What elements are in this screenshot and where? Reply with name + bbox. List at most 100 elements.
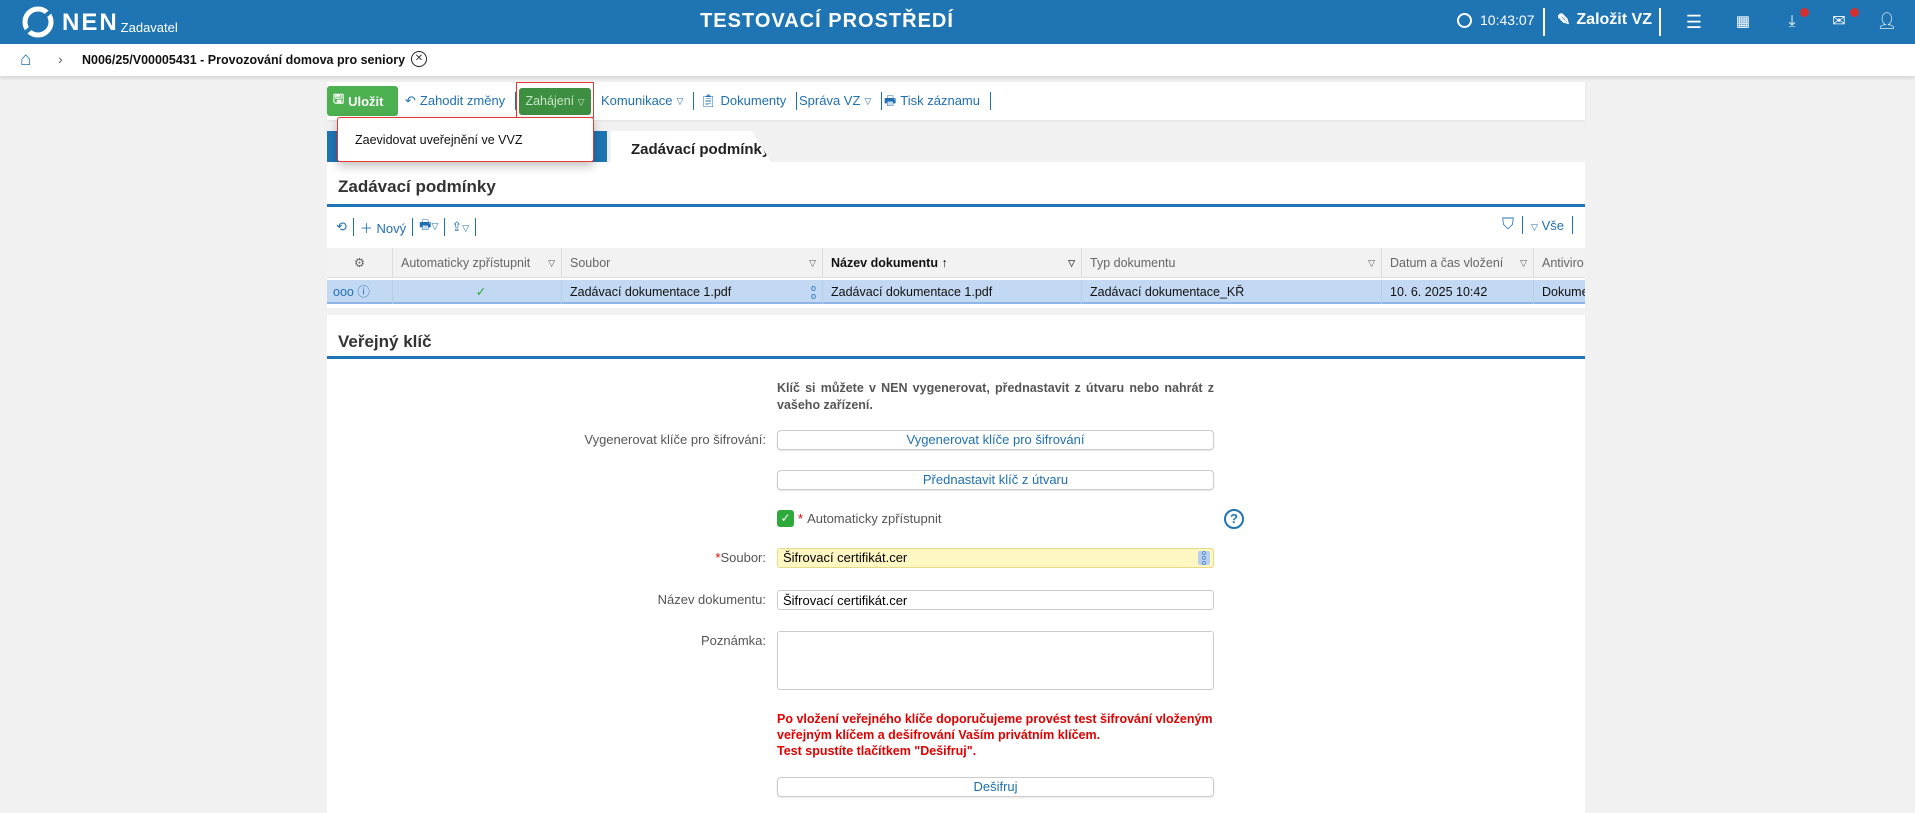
calendar-icon[interactable]: ▦ [1732, 11, 1754, 33]
breadcrumb: ⌂ › N006/25/V00005431 - Provozování domo… [0, 44, 1915, 76]
preset-key-button[interactable]: Přednastavit klíč z útvaru [777, 470, 1214, 490]
triangle-down-icon: ▽ [864, 96, 872, 106]
mail-icon[interactable]: ✉ [1828, 11, 1850, 33]
print-button[interactable]: 🖶︎ Tisk záznamu [884, 85, 991, 117]
column-header[interactable]: Název dokumentu ↑ ▽ [823, 248, 1082, 278]
column-header[interactable]: Automaticky zpřístupnit ▽ [393, 248, 562, 278]
chevron-right-icon: › [58, 51, 63, 67]
discard-label: Zahodit změny [419, 93, 506, 108]
filter-all-button[interactable]: ▽ Vše [1531, 218, 1564, 233]
column-header[interactable]: Soubor ▽ [562, 248, 823, 278]
more-icon[interactable]: ooo [333, 285, 354, 299]
start-label: Zahájení [525, 94, 575, 108]
printer-icon: 🖶︎ [884, 93, 897, 108]
help-icon[interactable]: ? [1224, 509, 1244, 529]
file-value[interactable]: Zadávací dokumentace 1.pdf [570, 285, 731, 299]
undo-icon: ↶ [405, 93, 416, 108]
antivirus-cell: Dokume [1542, 285, 1585, 299]
column-settings-icon[interactable]: ⚙ [327, 248, 393, 278]
create-vz-button[interactable]: ✎ Založit VZ [1557, 10, 1652, 30]
print-menu-icon[interactable]: 🖶︎▽ [419, 216, 438, 238]
communication-menu[interactable]: Komunikace ▽ [601, 85, 695, 117]
clock: 10:43:07 [1457, 12, 1535, 28]
date-cell: 10. 6. 2025 10:42 [1382, 280, 1534, 304]
app-header: NEN Zadavatel TESTOVACÍ PROSTŘEDÍ 10:43:… [0, 0, 1915, 44]
management-menu[interactable]: Správa VZ ▽ [799, 85, 883, 117]
warning-text: Po vložení veřejného klíče doporučujeme … [777, 711, 1213, 759]
column-label: Antiviro [1542, 256, 1584, 270]
column-label: Datum a čas vložení [1390, 256, 1504, 270]
file-value: Šifrovací certifikát.cer [783, 550, 908, 565]
menu-icon[interactable]: ☰ [1683, 11, 1705, 33]
warning-line: veřejným klíčem a dešifrování Vaším priv… [777, 728, 1101, 742]
tab-label: Zadávací podmínky [631, 141, 771, 158]
generate-keys-button[interactable]: Vygenerovat klíče pro šifrování [777, 430, 1214, 450]
key-info-text: Klíč si můžete v NEN vygenerovat, předna… [777, 381, 1214, 412]
logo-text: NEN [62, 9, 119, 36]
auto-publish-cell: ✓ [393, 280, 562, 304]
new-button[interactable]: ＋ Nový [360, 218, 406, 237]
file-field[interactable]: Šifrovací certifikát.cer o o o [777, 548, 1214, 568]
kebab-icon[interactable]: ooo [1198, 550, 1210, 567]
logo-icon [22, 6, 54, 38]
notification-dot [1800, 8, 1809, 17]
discard-button[interactable]: ↶ Zahodit změny [405, 85, 517, 117]
start-dropdown-button[interactable]: Zahájení ▽ [519, 88, 591, 115]
type-cell: Zadávací dokumentace_KŘ [1082, 280, 1382, 304]
save-label: Uložit [348, 93, 384, 109]
generate-label: Vygenerovat klíče pro šifrování: [584, 432, 766, 447]
clock-time: 10:43:07 [1480, 12, 1535, 28]
section-title: Zadávací podmínky [338, 177, 496, 196]
refresh-icon[interactable]: ⟲ [336, 219, 347, 235]
required-asterisk: * [798, 511, 804, 526]
table-row[interactable]: ooo ⓘ ✓ Zadávací dokumentace 1.pdf o o Zad… [327, 280, 1585, 304]
section-divider [327, 356, 1585, 359]
breadcrumb-title[interactable]: N006/25/V00005431 - Provozování domova p… [82, 53, 405, 67]
close-icon[interactable]: ✕ [411, 51, 427, 67]
info-icon[interactable]: ⓘ [357, 285, 370, 299]
communication-label: Komunikace [601, 93, 673, 108]
home-icon[interactable]: ⌂ [20, 49, 31, 71]
triangle-down-icon: ▽ [577, 97, 585, 107]
column-header[interactable]: Typ dokumentu ▽ [1082, 248, 1382, 278]
column-label: Typ dokumentu [1090, 256, 1176, 270]
menu-item-register-publication[interactable]: Zaevidovat uveřejnění ve VVZ [338, 118, 593, 147]
note-textarea[interactable] [777, 631, 1214, 690]
edit-icon: ✎ [1557, 12, 1571, 29]
docname-label: Název dokumentu: [657, 592, 766, 607]
name-cell: Zadávací dokumentace 1.pdf [823, 280, 1082, 304]
user-icon[interactable]: 👤︎ [1876, 11, 1898, 33]
column-label: Soubor [570, 256, 611, 270]
divider [1543, 8, 1545, 36]
sort-asc-icon: ↑ [941, 256, 948, 270]
notification-dot [1850, 8, 1859, 17]
management-label: Správa VZ [799, 93, 861, 108]
file-label: *Soubor: [715, 550, 766, 565]
grid-toolbar: ⟲ ＋ Nový 🖶︎▽ ⇪▽ [336, 216, 477, 238]
note-label: Poznámka: [700, 633, 766, 648]
column-header[interactable]: Antiviro [1534, 248, 1585, 278]
logo-subtitle: Zadavatel [120, 20, 178, 35]
start-dropdown-menu: Zaevidovat uveřejnění ve VVZ [337, 117, 594, 162]
clipboard-icon: 📋︎ [700, 93, 717, 108]
documents-button[interactable]: 📋︎ Dokumenty [700, 85, 798, 117]
print-label: Tisk záznamu [900, 93, 980, 108]
auto-publish-checkbox-row: ✓ * Automaticky zpřístupnit [777, 510, 941, 527]
filter-icon[interactable]: ⛉ [1502, 216, 1514, 234]
triangle-down-icon: ▽ [676, 96, 684, 106]
file-cell: Zadávací dokumentace 1.pdf o o [562, 280, 823, 304]
export-menu-icon[interactable]: ⇪▽ [451, 219, 469, 235]
auto-publish-checkbox[interactable]: ✓ [777, 510, 794, 527]
auto-publish-label: Automaticky zpřístupnit [807, 511, 942, 526]
docname-input[interactable] [777, 590, 1214, 610]
row-actions[interactable]: ooo ⓘ [327, 280, 393, 304]
tab-zadavaci-podminky[interactable]: Zadávací podmínky [611, 131, 771, 162]
save-icon: 🖫︎ [333, 91, 345, 106]
save-button[interactable]: 🖫︎ Uložit [327, 86, 398, 116]
environment-title: TESTOVACÍ PROSTŘEDÍ [700, 10, 954, 32]
decrypt-button[interactable]: Dešifruj [777, 777, 1214, 797]
warning-line: Test spustíte tlačítkem "Dešifruj". [777, 744, 977, 758]
kebab-icon[interactable]: oo [811, 284, 816, 301]
nen-logo[interactable]: NEN Zadavatel [22, 6, 178, 38]
column-header[interactable]: Datum a čas vložení ▽ [1382, 248, 1534, 278]
